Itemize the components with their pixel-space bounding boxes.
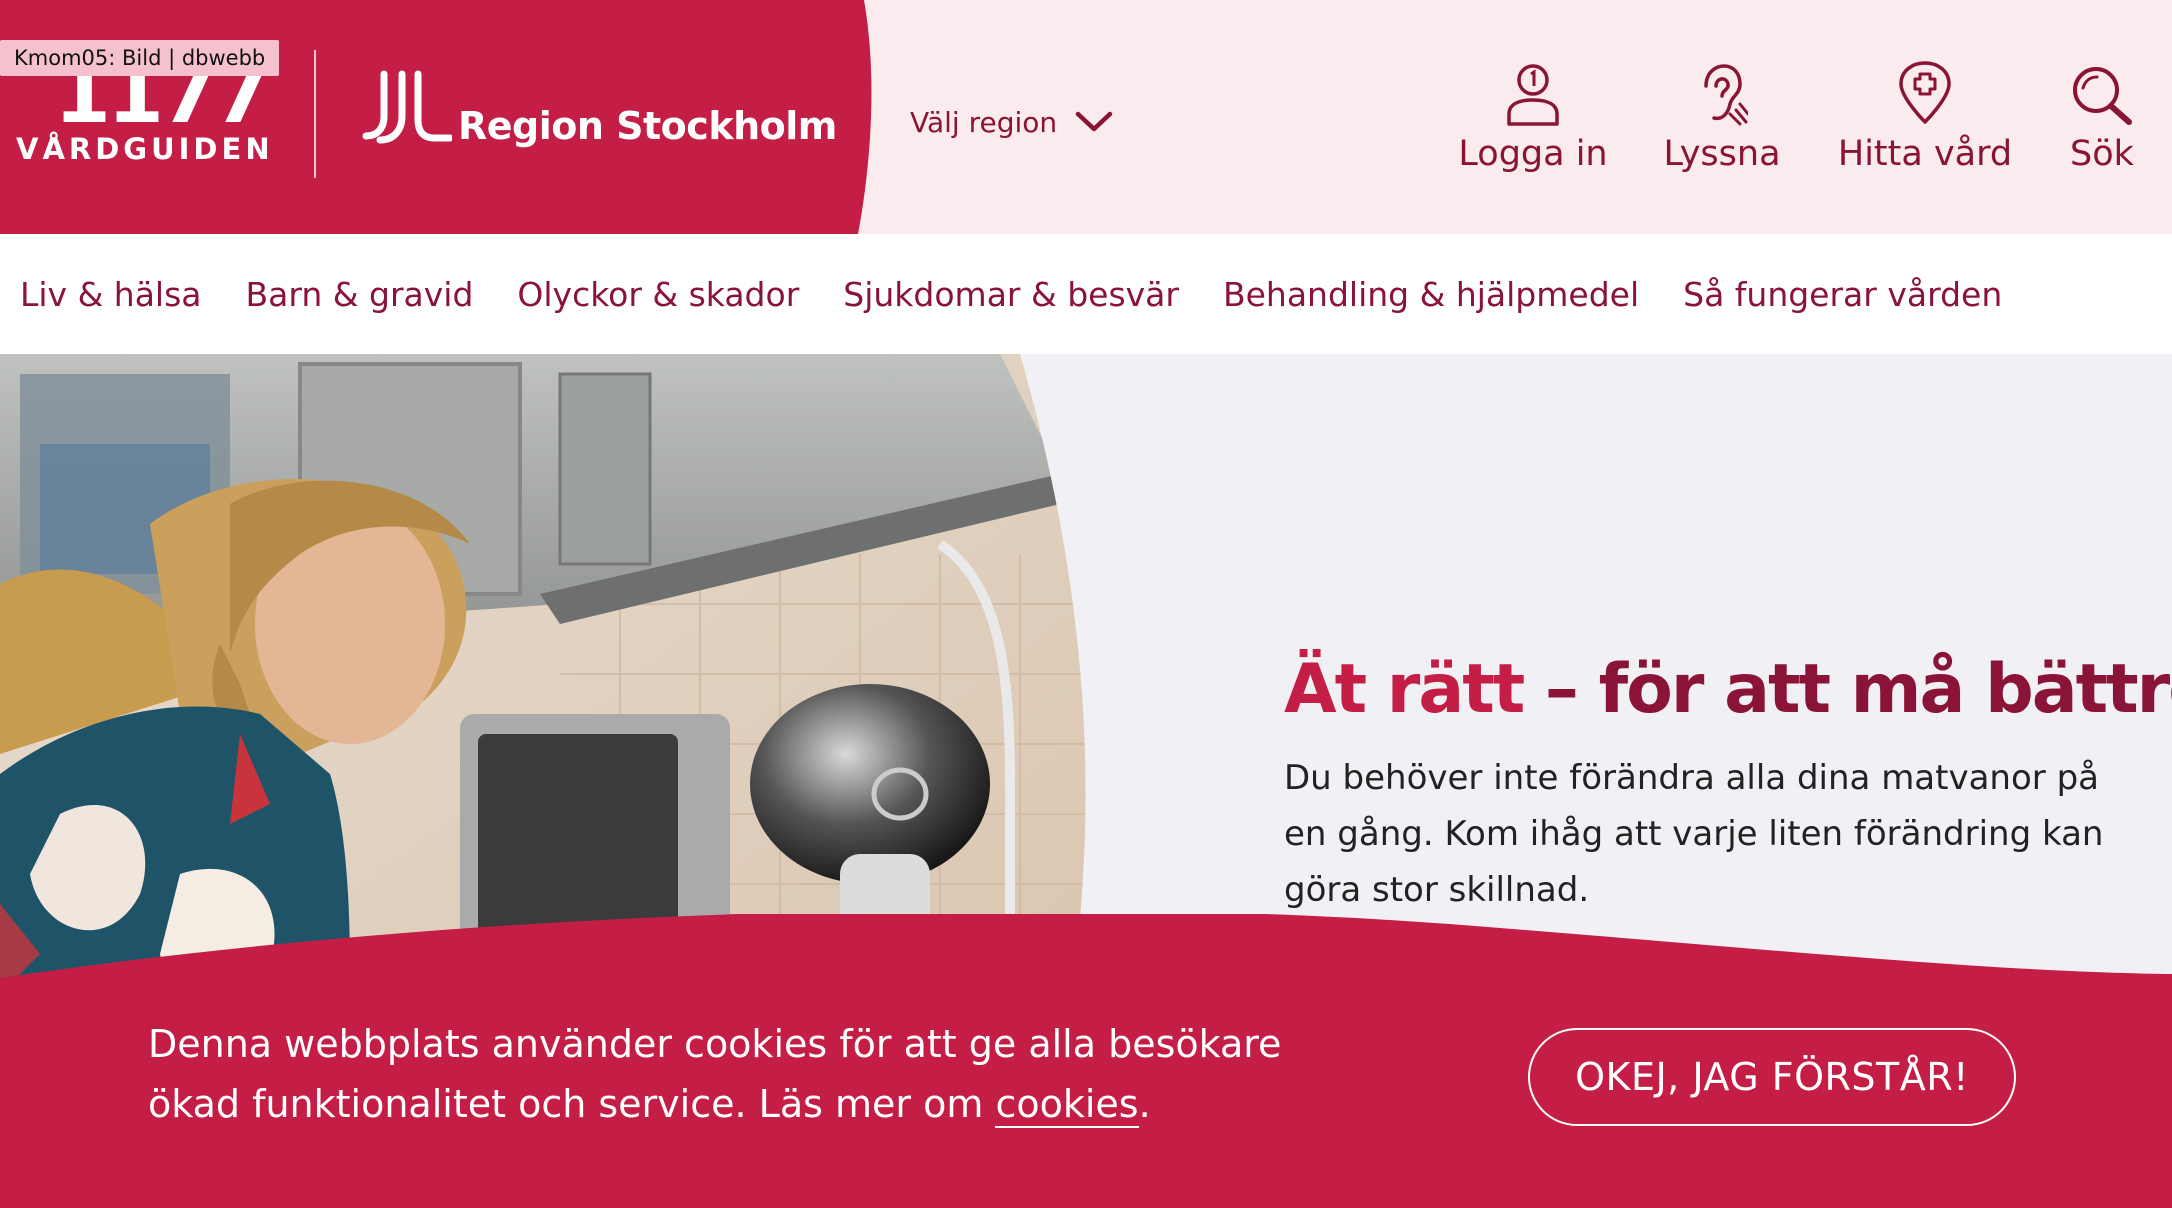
user-icon [1507, 64, 1559, 126]
region-select[interactable]: Välj region [910, 100, 1113, 144]
region-select-label: Välj region [910, 105, 1058, 139]
find-care-label: Hitta vård [1837, 134, 2013, 174]
cookie-text-after: . [1138, 1082, 1151, 1126]
ear-icon [1704, 64, 1748, 126]
search-icon [2073, 67, 2132, 125]
tooltip: Kmom05: Bild | dbwebb [0, 40, 280, 76]
nav-item-behandling-hjalpmedel[interactable]: Behandling & hjälpmedel [1223, 275, 1639, 314]
main-navigation: Liv & hälsa Barn & gravid Olyckor & skad… [0, 234, 2172, 354]
listen-label: Lyssna [1663, 134, 1781, 174]
hero-title: Ät rätt – för att må bättre [1284, 650, 2172, 729]
find-care-button[interactable]: Hitta vård [1832, 58, 2018, 178]
hero-text: Du behöver inte förändra alla dina matva… [1284, 758, 2104, 910]
nav-item-olyckor-skador[interactable]: Olyckor & skador [517, 275, 799, 314]
nav-item-liv-halsa[interactable]: Liv & hälsa [20, 275, 202, 314]
cookie-link[interactable]: cookies [995, 1082, 1139, 1128]
map-pin-cross-icon [1899, 61, 1951, 124]
nav-item-sa-fungerar-varden[interactable]: Så fungerar vården [1683, 275, 2002, 314]
hero-title-highlight: Ät rätt [1284, 650, 1525, 729]
brand-divider [314, 50, 316, 178]
site-header: 1177 VÅRDGUIDEN Region Stockholm Kmom05:… [0, 0, 2172, 234]
nav-item-barn-gravid[interactable]: Barn & gravid [246, 275, 474, 314]
cookie-banner: Denna webbplats använder cookies för att… [0, 914, 2172, 1208]
brand-area: 1177 VÅRDGUIDEN Region Stockholm [0, 0, 880, 234]
search-label: Sök [2070, 134, 2134, 174]
logo-subtitle: VÅRDGUIDEN [16, 132, 274, 166]
hero-title-rest: – för att må bättre [1523, 650, 2172, 729]
region-name[interactable]: Region Stockholm [458, 104, 837, 148]
region-stockholm-logo-icon[interactable] [362, 70, 452, 146]
listen-button[interactable]: Lyssna [1650, 58, 1794, 178]
chevron-down-icon [1075, 111, 1113, 132]
cookie-message: Denna webbplats använder cookies för att… [148, 1014, 1368, 1134]
login-button[interactable]: Logga in [1458, 58, 1608, 178]
nav-item-sjukdomar-besvar[interactable]: Sjukdomar & besvär [843, 275, 1179, 314]
cookie-accept-button[interactable]: OKEJ, JAG FÖRSTÅR! [1528, 1028, 2016, 1126]
login-label: Logga in [1458, 134, 1608, 174]
search-button[interactable]: Sök [2062, 58, 2142, 178]
